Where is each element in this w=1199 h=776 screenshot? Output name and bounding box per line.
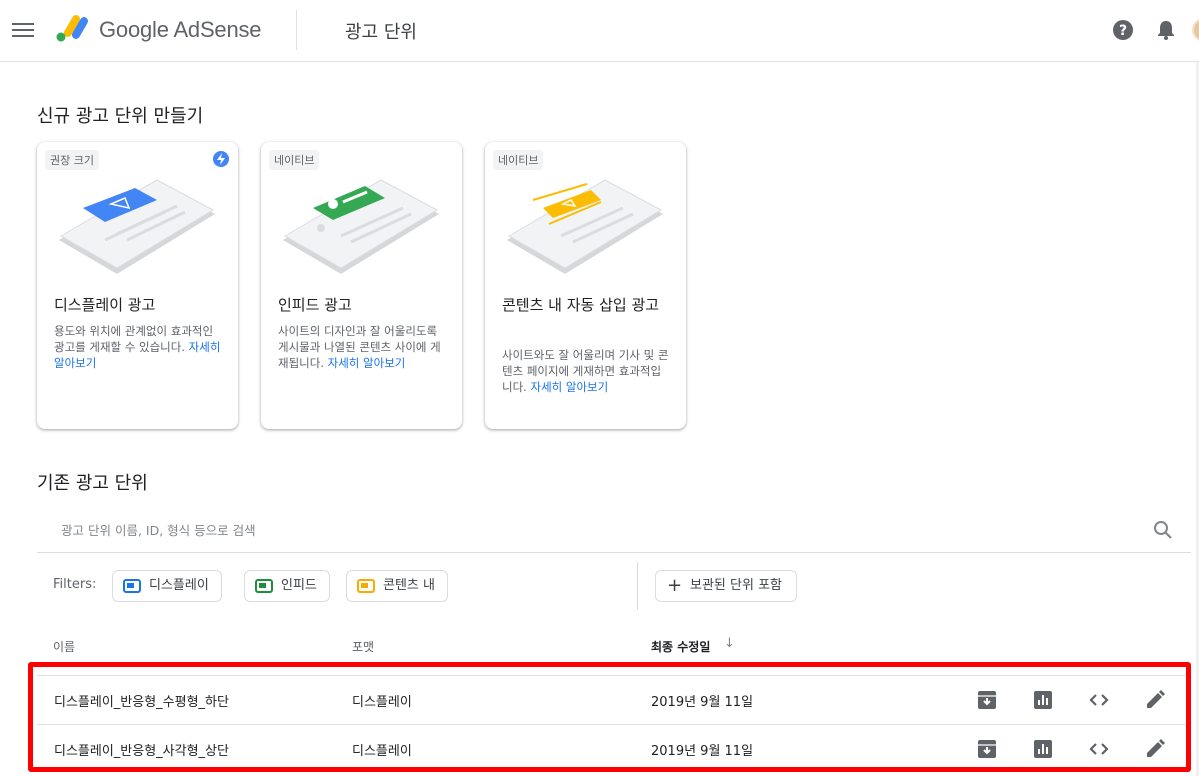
column-header-name[interactable]: 이름 — [53, 638, 75, 655]
search-input[interactable] — [61, 519, 1061, 541]
archive-icon[interactable] — [975, 737, 999, 761]
help-icon[interactable]: ? — [1112, 19, 1134, 41]
code-icon[interactable] — [1087, 688, 1111, 712]
filter-chip-in-feed[interactable]: 인피드 — [244, 570, 330, 602]
in-article-ad-card[interactable]: 네이티브 콘텐츠 내 자동 삽입 광고 사이트와도 잘 어울리며 기사 및 콘텐… — [485, 142, 686, 429]
edit-icon[interactable] — [1143, 688, 1167, 712]
code-icon[interactable] — [1087, 737, 1111, 761]
edit-icon[interactable] — [1143, 737, 1167, 761]
brand-name: Google AdSense — [99, 17, 262, 42]
card-description: 사이트와도 잘 어울리며 기사 및 콘텐츠 페이지에 게재하면 효과적입니다. … — [502, 348, 669, 394]
table-divider — [37, 771, 1189, 772]
table-row[interactable]: 디스플레이_반응형_사각형_상단 디스플레이 2019년 9월 11일 — [37, 724, 1189, 773]
header-divider — [296, 10, 297, 50]
bolt-icon — [213, 151, 229, 167]
ad-unit-format: 디스플레이 — [352, 695, 412, 710]
table-row[interactable]: 디스플레이_반응형_수평형_하단 디스플레이 2019년 9월 11일 — [37, 675, 1189, 724]
card-description: 사이트의 디자인과 잘 어울리도록 게시물과 나열된 콘텐츠 사이에 게재됩니다… — [278, 324, 441, 370]
page-title: 광고 단위 — [345, 22, 417, 43]
account-avatar[interactable] — [1192, 18, 1199, 42]
archive-icon[interactable] — [975, 688, 999, 712]
card-title: 콘텐츠 내 자동 삽입 광고 — [502, 296, 660, 314]
display-format-icon — [123, 579, 141, 593]
learn-more-link[interactable]: 자세히 알아보기 — [530, 380, 608, 394]
ad-unit-modified: 2019년 9월 11일 — [651, 744, 754, 759]
filter-chip-display[interactable]: 디스플레이 — [112, 570, 222, 602]
search-bar — [37, 507, 1191, 553]
card-chip: 네이티브 — [269, 150, 320, 170]
card-chip: 네이티브 — [493, 150, 544, 170]
card-chip: 권장 크기 — [45, 150, 99, 170]
in-feed-format-icon — [255, 579, 273, 593]
card-title: 인피드 광고 — [278, 296, 352, 314]
report-icon[interactable] — [1031, 688, 1055, 712]
adsense-logo — [56, 15, 88, 42]
learn-more-link[interactable]: 자세히 알아보기 — [328, 356, 406, 370]
ad-unit-format: 디스플레이 — [352, 744, 412, 759]
filter-chip-label: 인피드 — [281, 578, 317, 593]
in-article-format-icon — [357, 579, 375, 593]
filters-divider — [637, 562, 638, 610]
svg-text:?: ? — [1119, 23, 1127, 39]
column-header-modified[interactable]: 최종 수정일 — [651, 638, 710, 655]
plus-icon: + — [667, 575, 683, 596]
filter-chip-in-article[interactable]: 콘텐츠 내 — [346, 570, 448, 602]
report-icon[interactable] — [1031, 737, 1055, 761]
filters-label: Filters: — [53, 577, 97, 592]
filter-chip-label: 콘텐츠 내 — [383, 578, 435, 593]
ad-unit-name[interactable]: 디스플레이_반응형_사각형_상단 — [54, 740, 229, 759]
in-feed-ad-illustration — [283, 179, 439, 274]
card-title: 디스플레이 광고 — [54, 296, 156, 314]
existing-section-title: 기존 광고 단위 — [37, 473, 148, 494]
display-ad-illustration — [59, 179, 215, 274]
create-section-title: 신규 광고 단위 만들기 — [37, 106, 204, 127]
in-article-ad-illustration — [507, 179, 663, 274]
ad-unit-name[interactable]: 디스플레이_반응형_수평형_하단 — [54, 691, 229, 710]
ad-unit-modified: 2019년 9월 11일 — [651, 695, 754, 710]
include-archived-label: 보관된 단위 포함 — [690, 578, 782, 593]
display-ad-card[interactable]: 권장 크기 디스플레이 광고 용도와 위치에 관계없이 효과적인 광고를 게재할… — [37, 142, 238, 429]
notifications-icon[interactable] — [1156, 19, 1176, 41]
filter-chip-label: 디스플레이 — [149, 578, 209, 593]
menu-icon[interactable] — [12, 20, 34, 40]
sort-descending-icon[interactable]: ↓ — [724, 636, 735, 651]
column-header-format[interactable]: 포맷 — [352, 638, 374, 655]
card-description: 용도와 위치에 관계없이 효과적인 광고를 게재할 수 있습니다. 자세히 알아… — [54, 324, 221, 370]
in-feed-ad-card[interactable]: 네이티브 인피드 광고 사이트의 디자인과 잘 어울리도록 게시물과 나열된 콘… — [261, 142, 462, 429]
include-archived-button[interactable]: + 보관된 단위 포함 — [655, 570, 797, 602]
top-app-bar: Google AdSense 광고 단위 ? — [0, 0, 1199, 62]
search-icon[interactable] — [1153, 520, 1173, 540]
